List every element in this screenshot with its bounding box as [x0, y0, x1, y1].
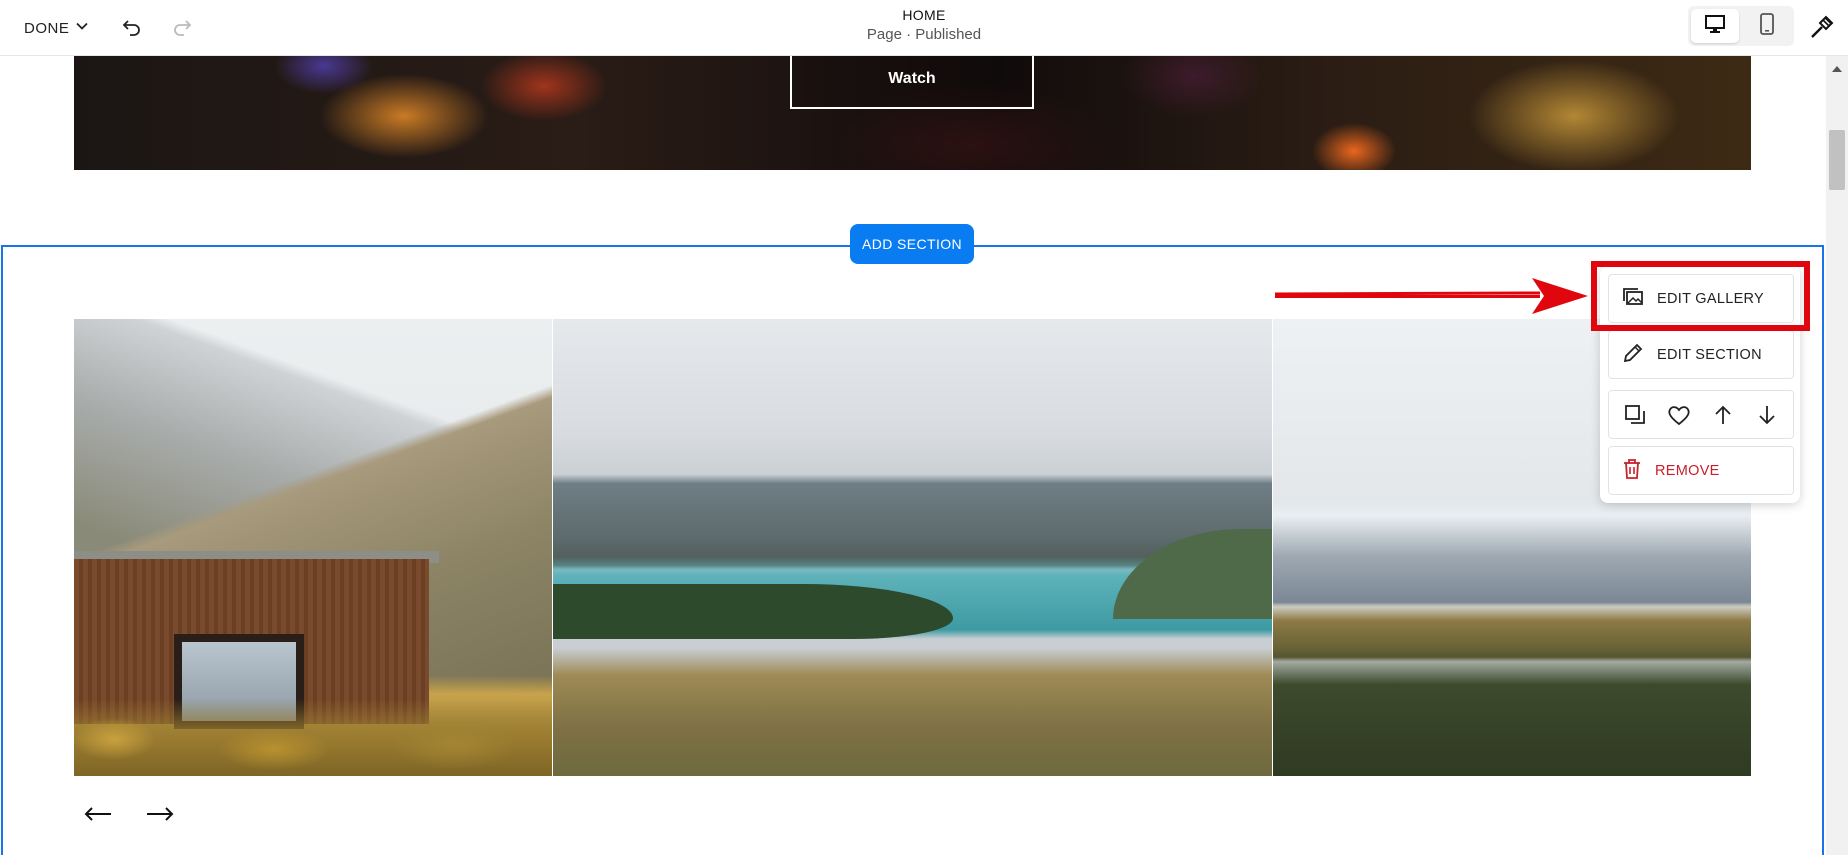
scroll-up-icon[interactable] [1832, 66, 1842, 72]
remove-section-button[interactable]: REMOVE [1608, 446, 1794, 495]
redo-icon[interactable] [166, 12, 198, 44]
arrow-left-icon [83, 806, 113, 827]
arrow-right-icon [145, 806, 175, 827]
edit-gallery-label: EDIT GALLERY [1657, 290, 1765, 307]
mobile-view-button[interactable] [1743, 9, 1791, 43]
section-action-menu: EDIT GALLERY EDIT SECTION REMOVE [1600, 266, 1800, 503]
edit-gallery-button[interactable]: EDIT GALLERY [1608, 274, 1794, 323]
edit-section-button[interactable]: EDIT SECTION [1608, 330, 1794, 379]
mobile-icon [1759, 12, 1775, 40]
desktop-icon [1704, 14, 1726, 39]
design-brush-icon[interactable] [1804, 12, 1838, 44]
gallery-images-icon [1621, 286, 1645, 312]
editor-toolbar: DONE HOME Page · Published [0, 0, 1848, 56]
lake-island [553, 584, 953, 639]
remove-label: REMOVE [1655, 462, 1720, 479]
undo-icon[interactable] [116, 12, 148, 44]
page-title: HOME [902, 7, 946, 23]
add-section-button[interactable]: ADD SECTION [850, 224, 974, 264]
section-quick-actions [1608, 390, 1794, 439]
edit-section-label: EDIT SECTION [1657, 346, 1762, 363]
favorite-heart-icon[interactable] [1661, 397, 1697, 433]
page-scrollbar[interactable] [1826, 56, 1848, 855]
page-title-block: HOME Page · Published [0, 6, 1848, 45]
gallery-next-arrow[interactable] [140, 800, 180, 832]
foreground-shrubs [74, 699, 552, 776]
done-label: DONE [24, 19, 70, 37]
trash-icon [1621, 457, 1643, 485]
desktop-view-button[interactable] [1691, 9, 1739, 43]
lake-hill [1113, 529, 1272, 619]
page-status: Page · Published [866, 26, 982, 43]
move-up-icon[interactable] [1705, 397, 1741, 433]
watch-button[interactable]: Watch [790, 50, 1034, 109]
pencil-icon [1621, 341, 1645, 369]
annotation-arrow-icon [1274, 278, 1588, 314]
device-preview-toggle [1688, 6, 1794, 46]
chevron-down-icon [75, 19, 89, 37]
gallery-prev-arrow[interactable] [78, 800, 118, 832]
gallery-image-lake[interactable] [553, 319, 1272, 776]
duplicate-icon[interactable] [1617, 397, 1653, 433]
scroll-thumb[interactable] [1829, 130, 1845, 190]
done-button[interactable]: DONE [24, 14, 89, 42]
gallery-image-cabin[interactable] [74, 319, 552, 776]
move-down-icon[interactable] [1749, 397, 1785, 433]
